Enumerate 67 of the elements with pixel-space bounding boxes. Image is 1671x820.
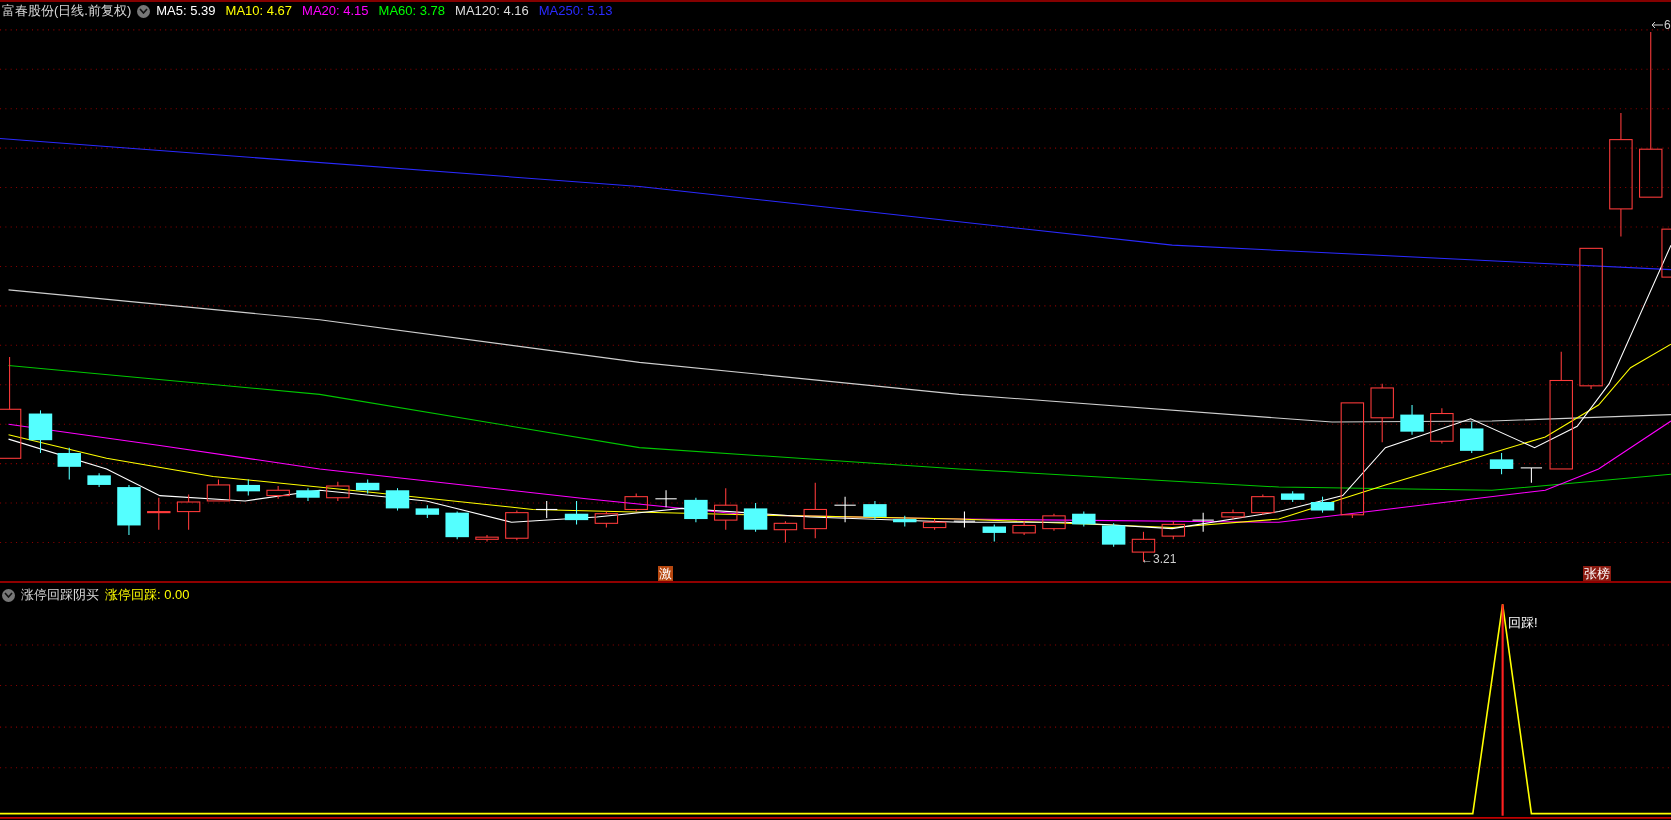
candlestick (833, 496, 857, 523)
candlestick (1661, 228, 1671, 278)
candlestick (624, 492, 648, 513)
candlestick (922, 518, 947, 531)
candlestick (57, 447, 81, 481)
candlestick (1489, 452, 1514, 475)
candlestick (415, 504, 440, 519)
candlestick (117, 484, 141, 536)
candlestick (594, 511, 619, 529)
candlestick (206, 479, 231, 502)
candlestick (176, 494, 201, 531)
candlestick (445, 511, 469, 540)
candlestick (684, 497, 708, 523)
candlestick (1520, 467, 1543, 484)
candlestick (982, 523, 1006, 542)
candlestick (1460, 421, 1484, 454)
chart-title: 富春股份(日线.前复权) (2, 2, 132, 20)
candlestick (236, 479, 261, 497)
candlestick (714, 487, 738, 531)
candlestick (475, 534, 499, 542)
candlestick (535, 500, 558, 519)
candlestick (1191, 512, 1215, 533)
arrow-icon (1651, 20, 1664, 30)
low-price-label: ←3.21 (1141, 552, 1177, 566)
candlestick (1161, 520, 1186, 540)
candlestick (1012, 520, 1036, 536)
candlestick (773, 520, 798, 544)
candlestick (1310, 496, 1335, 514)
candlestick (863, 500, 887, 521)
signal-marker: 激 (658, 566, 673, 581)
candlestick (564, 500, 589, 525)
candlestick (1430, 407, 1454, 444)
candlestick (1101, 522, 1126, 548)
candlestick (743, 502, 768, 533)
candlestick (326, 481, 350, 502)
candlestick (953, 511, 976, 529)
indicator-value: 涨停回踩: 0.00 (105, 586, 190, 604)
candlestick (1251, 494, 1275, 516)
candlestick (355, 479, 380, 494)
candlestick (893, 515, 917, 528)
ma-legend-label: MA60: 3.78 (378, 2, 446, 20)
candlestick (803, 482, 827, 539)
candlestick (1221, 508, 1245, 520)
dropdown-icon[interactable] (2, 588, 15, 602)
high-price-label: 6 (1664, 18, 1671, 32)
candlestick (1042, 513, 1066, 532)
ma-legend-label: MA20: 4.15 (302, 2, 369, 20)
ma-legend-label: MA10: 4.67 (225, 2, 293, 20)
candlestick (1280, 490, 1305, 503)
candlestick (28, 409, 53, 454)
candlestick (266, 485, 290, 500)
indicator-name: 涨停回踩阴买 (21, 586, 99, 604)
signal-label: 回踩! (1508, 615, 1538, 630)
candlestick (147, 497, 171, 531)
candlestick (505, 510, 529, 541)
candlestick (1072, 511, 1096, 528)
dropdown-icon[interactable] (137, 4, 151, 18)
candlestick (385, 487, 410, 512)
ma-legend-label: MA5: 5.39 (156, 2, 216, 20)
ma-legend-label: MA120: 4.16 (455, 2, 529, 20)
signal-marker: 张榜 (1583, 566, 1611, 581)
ma-legend-label: MA250: 5.13 (538, 2, 613, 20)
candlestick (296, 487, 320, 502)
candlestick (654, 489, 678, 508)
candlestick (1400, 404, 1424, 436)
candlestick (87, 472, 111, 488)
candlestick (1370, 383, 1394, 443)
